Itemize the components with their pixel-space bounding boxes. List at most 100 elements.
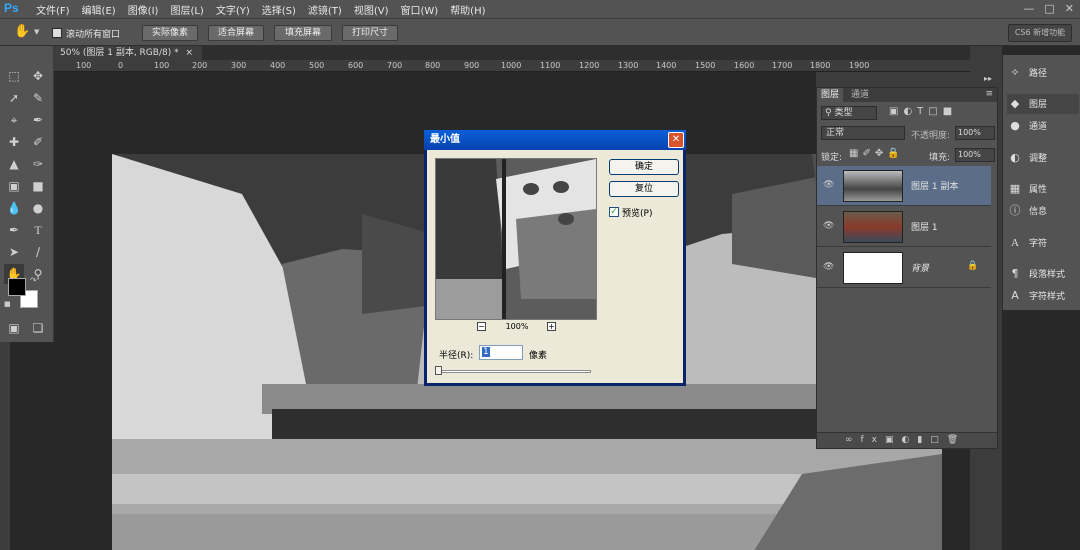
brush-tool-icon[interactable]: ✐: [28, 132, 48, 152]
dock-item-properties[interactable]: ▦ 属性: [1007, 179, 1079, 199]
menu-image[interactable]: 图像(I): [122, 2, 165, 17]
quick-mask-icon[interactable]: ▣: [4, 318, 24, 338]
character-styles-icon: A: [1011, 289, 1019, 302]
menu-layer[interactable]: 图层(L): [164, 2, 209, 17]
opacity-input[interactable]: 100%: [955, 126, 995, 140]
layer-action-icons[interactable]: ∞fx▣◐▮□🗑: [845, 435, 966, 445]
lasso-tool-icon[interactable]: ➚: [4, 88, 24, 108]
close-icon[interactable]: ×: [185, 48, 193, 58]
screen-mode-icon[interactable]: ❏: [28, 318, 48, 338]
visibility-eye-icon[interactable]: 👁: [823, 180, 834, 190]
pen-tool-icon[interactable]: ✒: [4, 220, 24, 240]
minimize-icon[interactable]: —: [1023, 2, 1034, 15]
document-tab-title: 50% (图层 1 副本, RGB/8) *: [60, 48, 179, 58]
ok-button[interactable]: 确定: [609, 159, 679, 175]
blend-mode-select[interactable]: 正常: [821, 126, 905, 140]
layers-panel-tabs: 图层 通道 ≡: [817, 88, 997, 102]
close-icon[interactable]: ✕: [1065, 2, 1074, 15]
path-select-tool-icon[interactable]: ➤: [4, 242, 24, 262]
menu-window[interactable]: 窗口(W): [394, 2, 444, 17]
zoom-out-button[interactable]: −: [477, 322, 486, 331]
layers-icon: ◆: [1010, 97, 1020, 110]
tab-strip: [202, 46, 970, 60]
foreground-color-swatch[interactable]: [8, 278, 26, 296]
lock-icons[interactable]: ▦✐✥🔒: [849, 148, 904, 159]
visibility-eye-icon[interactable]: 👁: [823, 262, 834, 272]
ruler-tick: 1600: [734, 61, 755, 70]
zoom-in-button[interactable]: +: [547, 322, 556, 331]
minimum-filter-dialog: 最小值 ✕ − 100% + 确定 复位 ✓ 预览(P) 半径(R): 1 像素: [424, 130, 686, 386]
dock-item-adjustments[interactable]: ◐ 调整: [1007, 148, 1079, 168]
type-tool-icon[interactable]: T: [28, 220, 48, 240]
radius-input[interactable]: 1: [479, 345, 523, 360]
history-brush-icon[interactable]: ✑: [28, 154, 48, 174]
reset-button[interactable]: 复位: [609, 181, 679, 197]
clone-stamp-icon[interactable]: ▲: [4, 154, 24, 174]
channels-icon: ●: [1010, 119, 1020, 132]
layer-row[interactable]: 👁 图层 1: [817, 207, 991, 247]
tools-panel: ⬚ ✥ ➚ ✎ ⌖ ✒ ✚ ✐ ▲ ✑ ▣ ■ 💧 ● ✒ T ➤ ∕ ✋ ⚲ …: [0, 46, 54, 342]
visibility-eye-icon[interactable]: 👁: [823, 221, 834, 231]
move-tool-icon[interactable]: ✥: [28, 66, 48, 86]
print-size-button[interactable]: 打印尺寸: [342, 25, 398, 41]
panel-collapse-bar[interactable]: ▸▸: [816, 72, 998, 87]
menu-edit[interactable]: 编辑(E): [76, 2, 122, 17]
dock-item-channels[interactable]: ● 通道: [1007, 116, 1079, 136]
menu-select[interactable]: 选择(S): [256, 2, 302, 17]
collapse-icon[interactable]: ▸▸: [984, 74, 992, 83]
scroll-all-checkbox[interactable]: [52, 28, 62, 38]
radius-slider-thumb[interactable]: [435, 366, 442, 375]
maximize-icon[interactable]: □: [1044, 2, 1054, 15]
ruler-tick: 1100: [540, 61, 561, 70]
dock-item-layers[interactable]: ◆ 图层: [1007, 94, 1079, 114]
hand-tool-icon[interactable]: ✋: [14, 24, 30, 39]
menu-help[interactable]: 帮助(H): [444, 2, 491, 17]
close-icon[interactable]: ✕: [668, 132, 684, 148]
crop-tool-icon[interactable]: ⌖: [4, 110, 24, 130]
dodge-tool-icon[interactable]: ●: [28, 198, 48, 218]
dock-item-paragraph-styles[interactable]: ¶ 段落样式: [1007, 264, 1079, 284]
quick-select-tool-icon[interactable]: ✎: [28, 88, 48, 108]
chevron-down-icon[interactable]: ▼: [34, 28, 39, 36]
default-colors-icon[interactable]: ■: [4, 300, 11, 308]
gradient-tool-icon[interactable]: ■: [28, 176, 48, 196]
eyedropper-tool-icon[interactable]: ✒: [28, 110, 48, 130]
eraser-tool-icon[interactable]: ▣: [4, 176, 24, 196]
radius-slider-track[interactable]: [437, 370, 591, 373]
blur-tool-icon[interactable]: 💧: [4, 198, 24, 218]
dialog-title-bar[interactable]: 最小值 ✕: [424, 130, 686, 150]
dock-item-character[interactable]: A 字符: [1007, 233, 1079, 253]
layers-panel: 图层 通道 ≡ ⚲ 类型 ▣◐T□■ 正常 不透明度: 100% 锁定: ▦✐✥…: [816, 87, 998, 449]
swap-colors-icon[interactable]: ↷: [30, 276, 37, 285]
filter-type-icons[interactable]: ▣◐T□■: [889, 106, 957, 117]
dock-item-paths[interactable]: ✧ 路径: [1007, 63, 1079, 83]
line-tool-icon[interactable]: ∕: [28, 242, 48, 262]
marquee-tool-icon[interactable]: ⬚: [4, 66, 24, 86]
layer-filter-select[interactable]: ⚲ 类型: [821, 106, 877, 120]
layer-row[interactable]: 👁 背景 🔒: [817, 248, 991, 288]
layer-row[interactable]: 👁 图层 1 副本: [817, 166, 991, 206]
right-panel-dock: ✧ 路径 ◆ 图层 ● 通道 ◐ 调整 ▦ 属性 ⓘ 信息 A 字符 ¶ 段落样式 A 字符样式: [1002, 55, 1080, 310]
menu-view[interactable]: 视图(V): [348, 2, 395, 17]
menu-file[interactable]: 文件(F): [30, 2, 76, 17]
healing-brush-icon[interactable]: ✚: [4, 132, 24, 152]
workspace-switcher[interactable]: CS6 新增功能: [1008, 24, 1072, 42]
fill-input[interactable]: 100%: [955, 148, 995, 162]
panel-menu-icon[interactable]: ≡: [985, 89, 993, 99]
preview-checkbox[interactable]: ✓: [609, 207, 619, 217]
dock-item-info[interactable]: ⓘ 信息: [1007, 201, 1079, 221]
tab-layers[interactable]: 图层: [817, 88, 844, 102]
menu-type[interactable]: 文字(Y): [210, 2, 256, 17]
layer-filter-value: 类型: [834, 108, 853, 118]
fill-screen-button[interactable]: 填充屏幕: [274, 25, 332, 41]
document-tab[interactable]: 50% (图层 1 副本, RGB/8) * ×: [54, 46, 202, 60]
actual-pixels-button[interactable]: 实际像素: [142, 25, 198, 41]
menu-filter[interactable]: 滤镜(T): [302, 2, 348, 17]
fit-screen-button[interactable]: 适合屏幕: [208, 25, 264, 41]
dock-item-character-styles[interactable]: A 字符样式: [1007, 286, 1079, 306]
ruler-tick: 1900: [849, 61, 870, 70]
tab-channels[interactable]: 通道: [847, 88, 873, 102]
filter-preview[interactable]: [435, 158, 597, 320]
ruler-tick: 1000: [501, 61, 522, 70]
ruler-tick: 100: [154, 61, 170, 70]
